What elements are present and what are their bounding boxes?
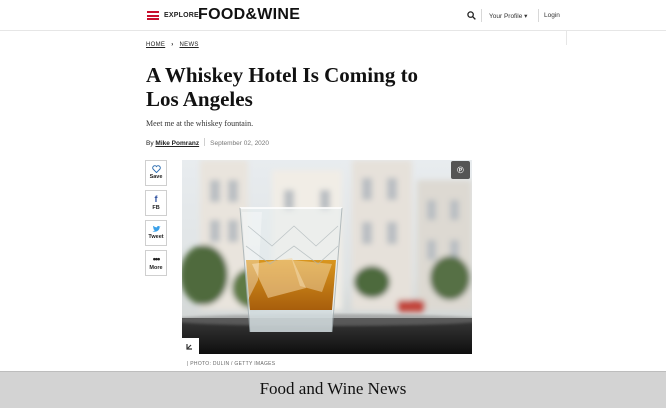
author-link[interactable]: Mike Pomranz bbox=[155, 140, 199, 147]
byline: By Mike Pomranz September 02, 2020 bbox=[146, 138, 269, 147]
chevron-right-icon: › bbox=[171, 42, 174, 48]
search-icon[interactable] bbox=[467, 11, 476, 20]
facebook-icon: f bbox=[154, 194, 158, 204]
header-divider bbox=[481, 9, 482, 22]
breadcrumb-home[interactable]: HOME bbox=[146, 42, 165, 48]
photo-credit: | PHOTO: DULIN / GETTY IMAGES bbox=[187, 361, 276, 367]
headline-line-1: A Whiskey Hotel Is Coming to bbox=[146, 63, 419, 87]
explore-link[interactable]: EXPLORE bbox=[164, 12, 199, 19]
save-button[interactable]: Save bbox=[145, 160, 167, 186]
article-dek: Meet me at the whiskey fountain. bbox=[146, 119, 254, 128]
more-icon: ••• bbox=[152, 254, 160, 264]
headline-line-2: Los Angeles bbox=[146, 87, 253, 111]
tweet-button[interactable]: Tweet bbox=[145, 220, 167, 246]
hero-image bbox=[182, 160, 472, 354]
byline-prefix: By bbox=[146, 140, 154, 147]
layout-rule bbox=[566, 31, 567, 45]
caption-band-text: Food and Wine News bbox=[259, 379, 407, 398]
fb-label: FB bbox=[152, 205, 160, 211]
caption-band: Food and Wine News bbox=[0, 371, 666, 408]
facebook-share-button[interactable]: f FB bbox=[145, 190, 167, 216]
breadcrumb: HOME › NEWS bbox=[146, 42, 199, 48]
save-label: Save bbox=[149, 174, 163, 180]
byline-divider bbox=[204, 138, 206, 146]
hamburger-icon[interactable] bbox=[147, 11, 159, 20]
expand-icon bbox=[186, 344, 192, 350]
header-divider bbox=[538, 9, 539, 22]
more-label: More bbox=[149, 265, 163, 271]
twitter-icon bbox=[151, 225, 161, 232]
site-logo[interactable]: FOOD&WINE bbox=[198, 6, 300, 24]
heart-icon bbox=[151, 165, 161, 173]
publish-date: September 02, 2020 bbox=[210, 140, 270, 147]
expand-image-button[interactable] bbox=[182, 338, 199, 354]
article-headline: A Whiskey Hotel Is Coming to Los Angeles bbox=[146, 63, 466, 111]
breadcrumb-news[interactable]: NEWS bbox=[180, 42, 199, 48]
your-profile-menu[interactable]: Your Profile ▾ bbox=[489, 12, 527, 20]
pinterest-icon: ℗ bbox=[457, 165, 464, 175]
pinterest-button[interactable]: ℗ bbox=[451, 161, 470, 179]
tweet-label: Tweet bbox=[148, 234, 164, 240]
site-header: EXPLORE FOOD&WINE Your Profile ▾ Login bbox=[0, 0, 666, 31]
login-link[interactable]: Login bbox=[544, 12, 560, 19]
more-share-button[interactable]: ••• More bbox=[145, 250, 167, 276]
